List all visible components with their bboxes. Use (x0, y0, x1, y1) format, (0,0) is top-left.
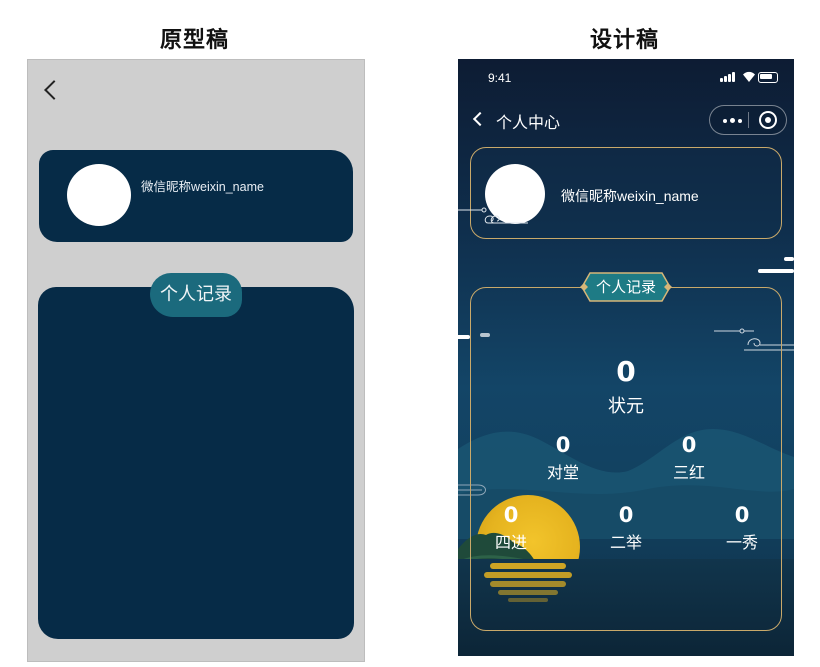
nickname: 微信昵称weixin_name (141, 180, 264, 194)
decor-dash (458, 335, 470, 339)
stat-label: 对堂 (546, 463, 579, 482)
prototype-heading: 原型稿 (160, 27, 230, 53)
page-title: 个人中心 (496, 113, 561, 132)
status-time: 9:41 (488, 71, 512, 85)
cloud-decoration-icon (458, 205, 534, 225)
back-arrow-icon[interactable] (40, 74, 64, 104)
records-panel (470, 287, 782, 631)
mini-program-capsule (709, 105, 787, 135)
stat-value: 0 (503, 503, 519, 527)
records-tag: 个人记录 (580, 265, 672, 309)
stat-value: 0 (618, 503, 634, 527)
stat-value: 0 (555, 433, 571, 457)
back-arrow-icon[interactable] (472, 111, 486, 127)
capsule-divider (748, 112, 749, 128)
design-heading: 设计稿 (590, 27, 660, 53)
stat-duitang: 0 对堂 (533, 433, 593, 483)
records-tag: 个人记录 (150, 273, 242, 317)
more-icon[interactable] (720, 112, 746, 128)
records-panel (38, 287, 354, 639)
profile-card: 微信昵称weixin_name (39, 150, 353, 242)
stat-zhuangyuan: 0 状元 (586, 355, 666, 418)
status-icons (720, 71, 778, 83)
stat-label: 三红 (672, 463, 705, 482)
decor-dash (758, 269, 794, 273)
design-screen: 9:41 个人中心 微信昵称weixin_name 个人记录 0 状元 0 对堂… (458, 59, 794, 656)
records-tag-label: 个人记录 (595, 278, 656, 296)
stat-value: 0 (681, 433, 697, 457)
profile-card: 微信昵称weixin_name (470, 147, 782, 239)
stat-label: 一秀 (725, 533, 758, 552)
avatar[interactable] (67, 164, 131, 226)
stat-label: 二举 (609, 533, 642, 552)
decor-dash (784, 257, 794, 261)
prototype-screen: 微信昵称weixin_name 个人记录 (27, 59, 365, 662)
stat-value: 0 (734, 503, 750, 527)
nickname: 微信昵称weixin_name (561, 188, 699, 204)
stat-label: 状元 (608, 396, 644, 417)
close-mini-program-icon[interactable] (759, 111, 777, 129)
wifi-icon (743, 71, 755, 82)
nav-bar: 个人中心 (458, 103, 794, 135)
stat-value: 0 (616, 355, 636, 388)
stat-erju: 0 二举 (596, 503, 656, 553)
stat-label: 四进 (494, 533, 527, 552)
stat-sanhong: 0 三红 (659, 433, 719, 483)
battery-icon (758, 72, 778, 83)
stat-sijin: 0 四进 (481, 503, 541, 553)
stat-yixiu: 0 一秀 (712, 503, 772, 553)
